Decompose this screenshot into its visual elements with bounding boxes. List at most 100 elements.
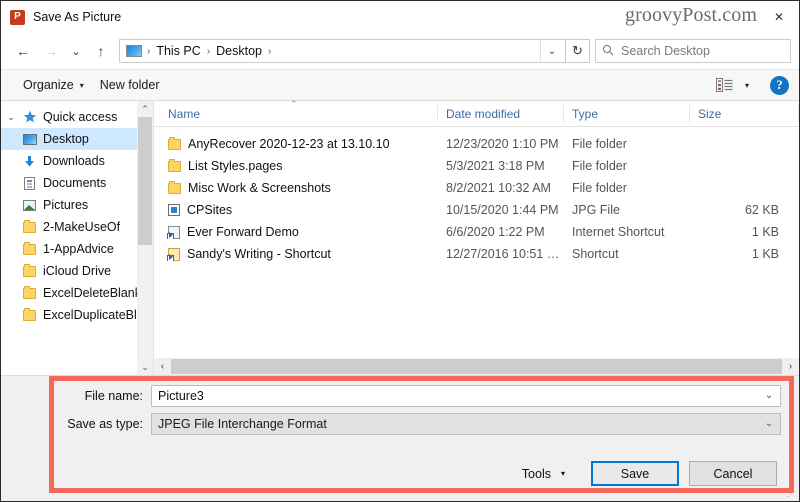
column-header-name[interactable]: Name ⌃ (160, 99, 438, 122)
scrollbar-track[interactable] (171, 358, 782, 375)
chevron-down-icon[interactable]: ⌄ (758, 390, 780, 401)
sidebar-item-2-makeuseof[interactable]: 2-MakeUseOf ✐ (1, 216, 153, 238)
save-button[interactable]: Save (591, 461, 679, 486)
folder-icon (21, 307, 38, 321)
sidebar-scrollbar[interactable]: ⌃ ⌄ (137, 101, 153, 375)
pictures-icon (21, 199, 38, 211)
dialog-buttons: Tools ▾ Save Cancel (1, 461, 799, 486)
scrollbar-thumb[interactable] (138, 117, 152, 246)
cancel-button[interactable]: Cancel (689, 461, 777, 486)
file-name-input[interactable]: Picture3 ⌄ (151, 384, 781, 407)
change-view-button[interactable] (711, 76, 738, 94)
file-name-cell: Sandy's Writing - Shortcut (160, 247, 438, 261)
sidebar-item-excelduplicatebl[interactable]: ExcelDuplicateBl (1, 304, 153, 326)
file-date: 8/2/2021 10:32 AM (446, 181, 551, 195)
address-bar[interactable]: › This PC › Desktop › ⌄ (119, 39, 566, 63)
chevron-down-icon: ▾ (79, 80, 84, 90)
file-list-horizontal-scrollbar[interactable]: ‹ › (154, 358, 799, 375)
scrollbar-thumb[interactable] (171, 359, 782, 374)
new-folder-button[interactable]: New folder (92, 75, 168, 95)
sidebar-item-label: iCloud Drive (43, 264, 112, 278)
scroll-right-icon[interactable]: › (782, 358, 799, 375)
documents-icon (21, 176, 38, 190)
sidebar-item-pictures[interactable]: Pictures ✐ (1, 194, 153, 216)
sidebar-item-documents[interactable]: Documents ✐ (1, 172, 153, 194)
title-bar: P Save As Picture groovyPost.com ✕ (1, 1, 799, 33)
table-row[interactable]: AnyRecover 2020-12-23 at 13.10.10 12/23/… (154, 133, 799, 155)
file-name: Misc Work & Screenshots (188, 181, 331, 195)
file-name: List Styles.pages (188, 159, 283, 173)
chevron-down-icon[interactable]: ⌄ (758, 418, 780, 429)
column-header-type[interactable]: Type (564, 105, 690, 122)
file-name-cell: AnyRecover 2020-12-23 at 13.10.10 (160, 137, 438, 151)
chevron-down-icon: ▾ (744, 80, 749, 90)
recent-locations-button[interactable]: ⌄ (65, 37, 87, 65)
desktop-icon (21, 133, 38, 145)
file-name-cell: Misc Work & Screenshots (160, 181, 438, 195)
sidebar-item-downloads[interactable]: Downloads ✐ (1, 150, 153, 172)
search-input[interactable]: Search Desktop (621, 44, 710, 58)
back-button[interactable]: ← (9, 37, 37, 65)
sidebar-item-exceldeleteblank[interactable]: ExcelDeleteBlank (1, 282, 153, 304)
file-name-label: File name: (84, 388, 143, 403)
folder-icon (21, 219, 38, 233)
file-type: File folder (572, 159, 627, 173)
new-folder-label: New folder (99, 78, 160, 92)
save-as-type-value: JPEG File Interchange Format (158, 416, 327, 431)
table-row[interactable]: Ever Forward Demo 6/6/2020 1:22 PM Inter… (154, 221, 799, 243)
powerpoint-icon: P (10, 9, 25, 25)
jpg-file-icon (168, 204, 180, 216)
up-button[interactable]: ↑ (87, 37, 115, 65)
column-label: Name (168, 106, 201, 121)
dialog-body: ⌄ Quick access Desktop ✐ (1, 99, 799, 376)
search-box[interactable]: Search Desktop (595, 39, 791, 63)
scroll-up-icon[interactable]: ⌃ (137, 101, 153, 117)
file-type: File folder (572, 137, 627, 151)
resize-grip-icon[interactable]: ⋰ (786, 488, 796, 499)
column-header-date-modified[interactable]: Date modified (438, 105, 564, 122)
breadcrumb-this-pc[interactable]: This PC (153, 44, 203, 58)
organize-button[interactable]: Organize ▾ (15, 75, 92, 95)
file-rows: AnyRecover 2020-12-23 at 13.10.10 12/23/… (154, 127, 799, 358)
breadcrumb-desktop[interactable]: Desktop (213, 44, 265, 58)
table-row[interactable]: Misc Work & Screenshots 8/2/2021 10:32 A… (154, 177, 799, 199)
file-name: Sandy's Writing - Shortcut (187, 247, 331, 261)
folder-icon (21, 285, 38, 299)
sidebar-item-label: Documents (43, 176, 107, 190)
sidebar-item-1-appadvice[interactable]: 1-AppAdvice ✐ (1, 238, 153, 260)
address-dropdown-icon[interactable]: ⌄ (540, 40, 563, 62)
sidebar-item-desktop[interactable]: Desktop ✐ (1, 128, 153, 150)
close-icon[interactable]: ✕ (759, 1, 799, 33)
scroll-left-icon[interactable]: ‹ (154, 358, 171, 375)
column-header-size[interactable]: Size (690, 105, 799, 122)
scrollbar-track[interactable] (137, 117, 153, 359)
star-icon (21, 110, 38, 124)
sidebar-item-label: ExcelDeleteBlank (43, 286, 141, 300)
column-label: Size (698, 106, 722, 121)
table-row[interactable]: List Styles.pages 5/3/2021 3:18 PM File … (154, 155, 799, 177)
file-name: AnyRecover 2020-12-23 at 13.10.10 (188, 137, 390, 151)
tools-button[interactable]: Tools ▾ (512, 463, 575, 485)
sidebar-item-quick-access[interactable]: ⌄ Quick access (1, 106, 153, 128)
sidebar-item-icloud-drive[interactable]: iCloud Drive ✐ (1, 260, 153, 282)
navigation-pane: ⌄ Quick access Desktop ✐ (1, 101, 153, 375)
sidebar-item-label: Downloads (43, 154, 105, 168)
sidebar-item-label: 2-MakeUseOf (43, 220, 121, 234)
table-row[interactable]: Sandy's Writing - Shortcut 12/27/2016 10… (154, 243, 799, 265)
refresh-icon[interactable]: ↻ (566, 39, 590, 63)
sidebar-item-label: Pictures (43, 198, 89, 212)
sidebar-item-label: Desktop (43, 132, 89, 146)
file-type: JPG File (572, 203, 620, 217)
view-options-dropdown[interactable]: ▾ (740, 79, 754, 92)
sort-ascending-icon: ⌃ (290, 99, 298, 109)
table-row[interactable]: CPSites 10/15/2020 1:44 PM JPG File 62 K… (154, 199, 799, 221)
list-view-icon (715, 78, 733, 92)
search-icon (602, 44, 614, 59)
save-as-type-select[interactable]: JPEG File Interchange Format ⌄ (151, 412, 781, 435)
help-button[interactable]: ? (770, 75, 789, 95)
scroll-down-icon[interactable]: ⌄ (137, 359, 153, 375)
folder-icon (168, 159, 181, 172)
column-headers: Name ⌃ Date modified Type Size (154, 99, 799, 127)
forward-button[interactable]: → (37, 37, 65, 65)
chevron-down-icon[interactable]: ⌄ (1, 112, 21, 123)
